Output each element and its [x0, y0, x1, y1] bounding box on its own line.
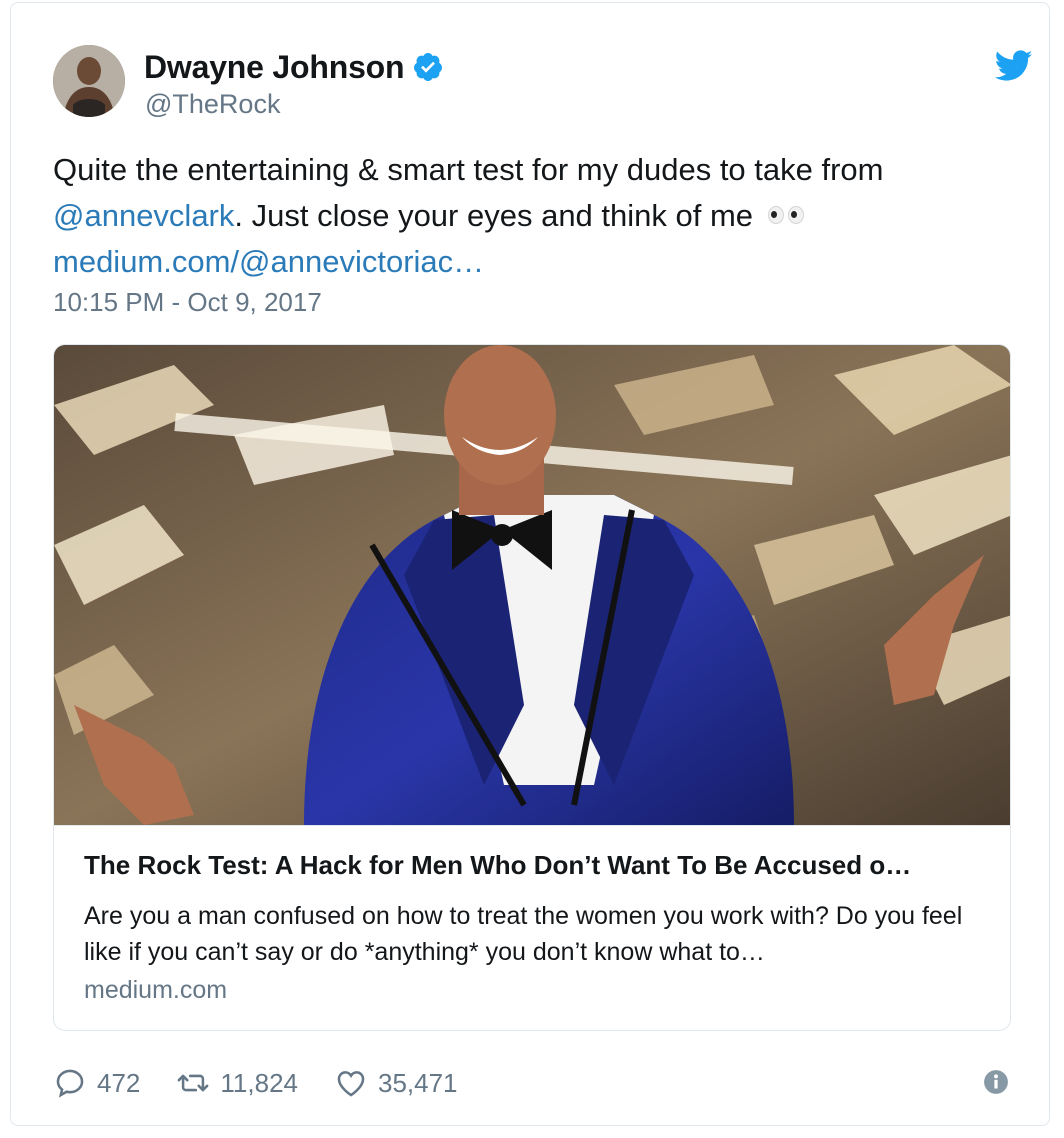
tweet-text-part: . Just close your eyes and think of me — [234, 198, 754, 233]
card-title[interactable]: The Rock Test: A Hack for Men Who Don’t … — [84, 850, 984, 881]
like-button[interactable]: 35,471 — [334, 1066, 458, 1100]
reply-count: 472 — [97, 1067, 141, 1098]
tweet-text: Quite the entertaining & smart test for … — [53, 147, 1013, 285]
card-image — [54, 345, 1010, 825]
author-handle[interactable]: @TheRock — [145, 89, 280, 120]
eyes-emoji-icon — [767, 205, 804, 224]
twitter-bird-icon[interactable] — [995, 49, 1033, 83]
link-card[interactable]: The Rock Test: A Hack for Men Who Don’t … — [53, 344, 1011, 1031]
tweet-actions: 472 11,824 35,471 — [53, 1063, 494, 1103]
retweet-button[interactable]: 11,824 — [176, 1066, 298, 1100]
like-count: 35,471 — [377, 1067, 458, 1098]
retweet-icon — [177, 1074, 209, 1092]
mention-link[interactable]: @annevclark — [53, 198, 234, 233]
like-icon — [337, 1071, 365, 1097]
author-name[interactable]: Dwayne Johnson — [144, 49, 405, 86]
card-description: Are you a man confused on how to treat t… — [84, 902, 963, 966]
reply-icon — [56, 1069, 84, 1098]
timestamp[interactable]: 10:15 PM - Oct 9, 2017 — [53, 287, 322, 318]
info-icon[interactable] — [983, 1069, 1009, 1095]
card-domain: medium.com — [84, 976, 228, 1004]
tweet-text-part: Quite the entertaining & smart test for … — [53, 152, 884, 187]
reply-button[interactable]: 472 — [53, 1066, 140, 1100]
verified-badge-icon — [414, 53, 443, 81]
url-link[interactable]: medium.com/@annevictoriac… — [53, 244, 484, 279]
retweet-count: 11,824 — [220, 1067, 298, 1098]
avatar-image — [53, 45, 125, 117]
author-name-row: Dwayne Johnson — [144, 47, 444, 87]
avatar[interactable] — [53, 45, 125, 117]
card-body: The Rock Test: A Hack for Men Who Don’t … — [54, 825, 1010, 1030]
tweet-embed: Dwayne Johnson @TheRock Quite the entert… — [10, 2, 1050, 1126]
